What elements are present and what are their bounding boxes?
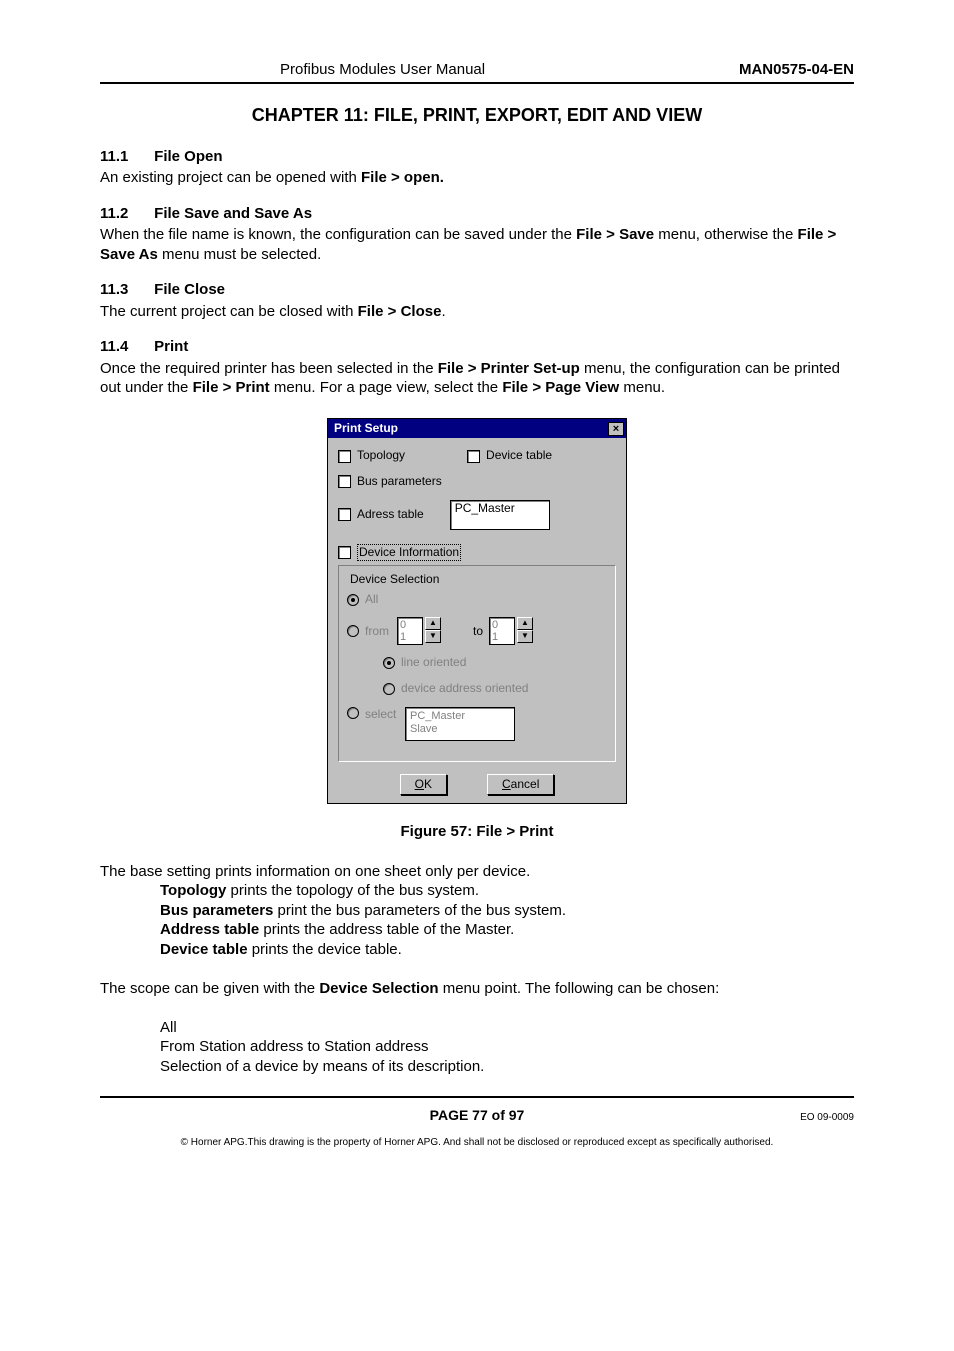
print-setup-dialog: Print Setup × Topology Device table Bus … [327,418,627,804]
body-text: Once the required printer has been selec… [100,360,438,377]
section-11-4: 11.4 Print Once the required printer has… [100,337,854,398]
term: Device table [160,941,248,958]
from-label: from [365,624,391,640]
footer-row: PAGE 77 of 97 EO 09-0009 [100,1106,854,1124]
close-icon[interactable]: × [608,422,624,436]
address-table-field[interactable]: PC_Master [450,500,550,530]
ok-button[interactable]: OK [400,774,447,796]
body-text: The current project can be closed with [100,303,358,320]
option-text: From Station address to Station address [160,1037,854,1057]
body-text: menu point. The following can be chosen: [439,980,720,997]
menu-path: File > Close [358,303,442,320]
section-title: Print [154,338,188,355]
dialog-titlebar: Print Setup × [328,419,626,439]
term: Device Selection [319,980,438,997]
post-figure-text: The base setting prints information on o… [100,862,854,1077]
menu-path: File > Print [193,379,270,396]
topology-label: Topology [357,448,405,464]
spin-up-icon[interactable]: ▲ [517,617,533,630]
figure-container: Print Setup × Topology Device table Bus … [100,418,854,804]
body-text: menu, otherwise the [654,226,797,243]
copyright: © Horner APG.This drawing is the propert… [100,1136,854,1149]
figure-caption: Figure 57: File > Print [100,822,854,842]
section-number: 11.4 [100,337,150,357]
page-header: Profibus Modules User Manual MAN0575-04-… [100,60,854,84]
manual-title: Profibus Modules User Manual [100,60,485,80]
spin-down-icon[interactable]: ▼ [425,630,441,643]
list-item: PC_Master [410,710,510,723]
select-listbox[interactable]: PC_Master Slave [405,707,515,741]
select-radio[interactable] [347,707,359,719]
page-number: PAGE 77 of 97 [430,1106,525,1124]
cancel-button[interactable]: Cancel [487,774,554,796]
section-11-3: 11.3 File Close The current project can … [100,280,854,321]
term: Topology [160,882,226,899]
all-radio[interactable] [347,594,359,606]
section-number: 11.2 [100,204,150,224]
from-value-0: 0 [400,619,420,631]
section-number: 11.3 [100,280,150,300]
body-text: prints the address table of the Master. [259,921,514,938]
footer-rule [100,1096,854,1098]
body-text: menu must be selected. [158,246,321,263]
to-value-0: 0 [492,619,512,631]
body-text: . [441,303,445,320]
device-address-oriented-label: device address oriented [401,681,528,697]
body-text: When the file name is known, the configu… [100,226,576,243]
section-11-2: 11.2 File Save and Save As When the file… [100,204,854,265]
from-value-1: 1 [400,631,420,643]
device-table-label: Device table [486,448,552,464]
body-text: An existing project can be opened with [100,169,361,186]
list-item: Slave [410,723,510,736]
term: Bus parameters [160,902,273,919]
chapter-title: CHAPTER 11: FILE, PRINT, EXPORT, EDIT AN… [100,104,854,127]
address-table-checkbox[interactable] [338,508,351,521]
doc-code: MAN0575-04-EN [739,60,854,80]
device-information-label: Device Information [357,544,461,562]
device-address-oriented-radio[interactable] [383,683,395,695]
menu-path: File > Printer Set-up [438,360,580,377]
body-text: The scope can be given with the [100,980,319,997]
section-title: File Open [154,148,222,165]
body-text: prints the device table. [248,941,402,958]
body-text: The base setting prints information on o… [100,862,854,882]
option-text: Selection of a device by means of its de… [160,1057,854,1077]
to-spinner[interactable]: 0 1 ▲ ▼ [489,617,533,645]
device-information-checkbox[interactable] [338,546,351,559]
select-label: select [365,707,399,723]
address-table-label: Adress table [357,507,424,523]
section-11-1: 11.1 File Open An existing project can b… [100,147,854,188]
to-label: to [473,624,483,640]
spin-up-icon[interactable]: ▲ [425,617,441,630]
body-text: prints the topology of the bus system. [226,882,479,899]
line-oriented-label: line oriented [401,655,466,671]
all-label: All [365,592,378,608]
option-text: All [160,1018,854,1038]
dialog-title: Print Setup [334,421,398,437]
body-text: menu. For a page view, select the [270,379,503,396]
to-value-1: 1 [492,631,512,643]
bus-parameters-label: Bus parameters [357,474,442,490]
device-selection-legend: Device Selection [347,572,442,588]
line-oriented-radio[interactable] [383,657,395,669]
section-number: 11.1 [100,147,150,167]
menu-path: File > Save [576,226,654,243]
body-text: menu. [619,379,665,396]
device-selection-group: Device Selection All from 0 1 ▲ [338,565,616,761]
menu-path: File > open. [361,169,444,186]
body-text: print the bus parameters of the bus syst… [273,902,566,919]
from-spinner[interactable]: 0 1 ▲ ▼ [397,617,441,645]
term: Address table [160,921,259,938]
from-radio[interactable] [347,625,359,637]
device-table-checkbox[interactable] [467,450,480,463]
eo-number: EO 09-0009 [800,1111,854,1124]
menu-path: File > Page View [502,379,619,396]
section-title: File Save and Save As [154,205,312,222]
bus-parameters-checkbox[interactable] [338,475,351,488]
spin-down-icon[interactable]: ▼ [517,630,533,643]
topology-checkbox[interactable] [338,450,351,463]
section-title: File Close [154,281,225,298]
